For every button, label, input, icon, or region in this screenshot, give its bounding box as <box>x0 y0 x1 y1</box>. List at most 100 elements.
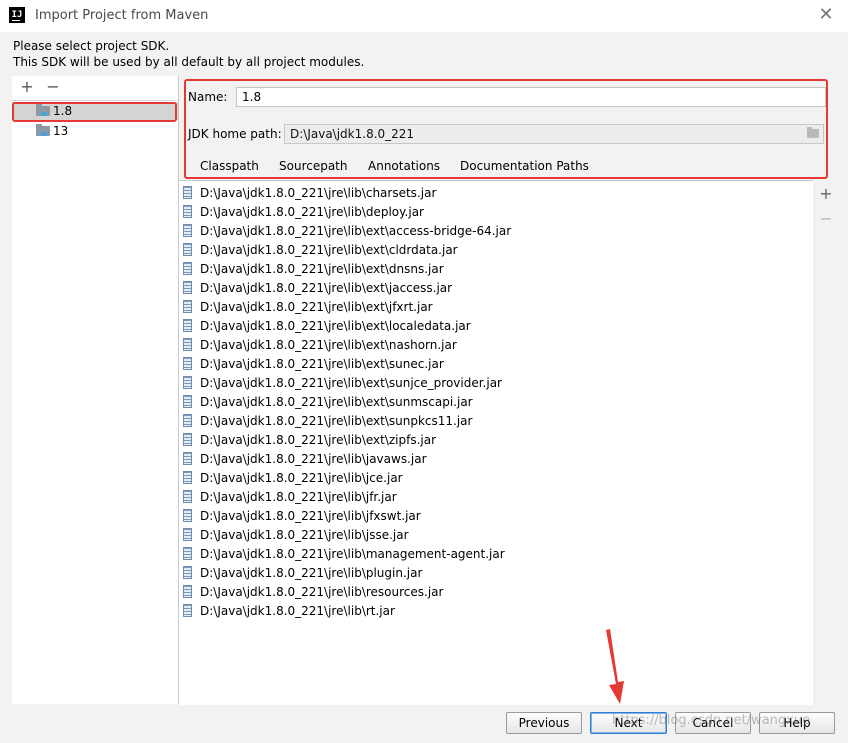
jar-icon <box>183 376 192 389</box>
toolbar-divider <box>12 100 178 101</box>
classpath-list-item[interactable]: D:\Java\jdk1.8.0_221\jre\lib\rt.jar <box>179 601 813 620</box>
classpath-item-label: D:\Java\jdk1.8.0_221\jre\lib\ext\localed… <box>200 318 471 333</box>
classpath-item-label: D:\Java\jdk1.8.0_221\jre\lib\jsse.jar <box>200 527 409 542</box>
jar-icon <box>183 433 192 446</box>
classpath-item-label: D:\Java\jdk1.8.0_221\jre\lib\jce.jar <box>200 470 403 485</box>
intellij-icon: IJ <box>9 7 25 23</box>
classpath-list-item[interactable]: D:\Java\jdk1.8.0_221\jre\lib\deploy.jar <box>179 202 813 221</box>
classpath-item-label: D:\Java\jdk1.8.0_221\jre\lib\rt.jar <box>200 603 395 618</box>
classpath-list-item[interactable]: D:\Java\jdk1.8.0_221\jre\lib\management-… <box>179 544 813 563</box>
prompt-line-2: This SDK will be used by all default by … <box>13 55 365 69</box>
classpath-list-item[interactable]: D:\Java\jdk1.8.0_221\jre\lib\jsse.jar <box>179 525 813 544</box>
jar-icon <box>183 509 192 522</box>
classpath-list-item[interactable]: D:\Java\jdk1.8.0_221\jre\lib\ext\dnsns.j… <box>179 259 813 278</box>
jar-icon <box>183 414 192 427</box>
tab-annotations[interactable]: Annotations <box>368 159 440 173</box>
jar-icon <box>183 604 192 617</box>
classpath-list[interactable]: D:\Java\jdk1.8.0_221\jre\lib\charsets.ja… <box>179 180 813 705</box>
jdk-home-path-field[interactable]: D:\Java\jdk1.8.0_221 <box>284 124 824 144</box>
jar-icon <box>183 566 192 579</box>
classpath-list-item[interactable]: D:\Java\jdk1.8.0_221\jre\lib\ext\sunec.j… <box>179 354 813 373</box>
classpath-item-label: D:\Java\jdk1.8.0_221\jre\lib\plugin.jar <box>200 565 423 580</box>
window-title: Import Project from Maven <box>35 8 209 23</box>
previous-button[interactable]: Previous <box>506 712 582 734</box>
classpath-item-label: D:\Java\jdk1.8.0_221\jre\lib\ext\sunmsca… <box>200 394 473 409</box>
jar-icon <box>183 547 192 560</box>
classpath-list-item[interactable]: D:\Java\jdk1.8.0_221\jre\lib\ext\nashorn… <box>179 335 813 354</box>
classpath-list-item[interactable]: D:\Java\jdk1.8.0_221\jre\lib\jfxswt.jar <box>179 506 813 525</box>
classpath-item-label: D:\Java\jdk1.8.0_221\jre\lib\ext\jaccess… <box>200 280 453 295</box>
jdk-folder-icon <box>36 104 50 116</box>
sdk-item-13[interactable]: 13 <box>12 122 178 140</box>
classpath-list-item[interactable]: D:\Java\jdk1.8.0_221\jre\lib\ext\localed… <box>179 316 813 335</box>
classpath-list-item[interactable]: D:\Java\jdk1.8.0_221\jre\lib\ext\zipfs.j… <box>179 430 813 449</box>
classpath-item-label: D:\Java\jdk1.8.0_221\jre\lib\resources.j… <box>200 584 444 599</box>
classpath-list-item[interactable]: D:\Java\jdk1.8.0_221\jre\lib\ext\jaccess… <box>179 278 813 297</box>
jar-icon <box>183 300 192 313</box>
classpath-item-label: D:\Java\jdk1.8.0_221\jre\lib\ext\cldrdat… <box>200 242 458 257</box>
jar-icon <box>183 490 192 503</box>
cancel-button[interactable]: Cancel <box>675 712 751 734</box>
jar-icon <box>183 528 192 541</box>
sdk-item-label: 1.8 <box>53 104 73 118</box>
jar-icon <box>183 281 192 294</box>
close-icon[interactable]: ✕ <box>814 4 838 28</box>
folder-browse-icon[interactable] <box>807 127 819 138</box>
classpath-list-item[interactable]: D:\Java\jdk1.8.0_221\jre\lib\ext\sunjce_… <box>179 373 813 392</box>
jar-icon <box>183 585 192 598</box>
jar-icon <box>183 224 192 237</box>
classpath-item-label: D:\Java\jdk1.8.0_221\jre\lib\ext\sunec.j… <box>200 356 444 371</box>
jar-icon <box>183 395 192 408</box>
classpath-list-item[interactable]: D:\Java\jdk1.8.0_221\jre\lib\ext\sunmsca… <box>179 392 813 411</box>
jar-icon <box>183 319 192 332</box>
add-sdk-button[interactable]: + <box>18 78 36 96</box>
classpath-item-label: D:\Java\jdk1.8.0_221\jre\lib\jfxswt.jar <box>200 508 421 523</box>
classpath-item-label: D:\Java\jdk1.8.0_221\jre\lib\ext\zipfs.j… <box>200 432 437 447</box>
jar-icon <box>183 338 192 351</box>
jdk-home-label: JDK home path: <box>188 127 282 141</box>
remove-classpath-button[interactable]: − <box>818 211 834 227</box>
sdk-item-label: 13 <box>53 124 69 138</box>
prompt-line-1: Please select project SDK. <box>13 39 170 53</box>
tab-sourcepath[interactable]: Sourcepath <box>279 159 348 173</box>
classpath-item-label: D:\Java\jdk1.8.0_221\jre\lib\ext\nashorn… <box>200 337 457 352</box>
classpath-item-label: D:\Java\jdk1.8.0_221\jre\lib\ext\sunjce_… <box>200 375 502 390</box>
classpath-list-item[interactable]: D:\Java\jdk1.8.0_221\jre\lib\ext\jfxrt.j… <box>179 297 813 316</box>
tab-documentation-paths[interactable]: Documentation Paths <box>460 159 589 173</box>
classpath-list-item[interactable]: D:\Java\jdk1.8.0_221\jre\lib\ext\access-… <box>179 221 813 240</box>
classpath-list-item[interactable]: D:\Java\jdk1.8.0_221\jre\lib\ext\sunpkcs… <box>179 411 813 430</box>
jar-icon <box>183 471 192 484</box>
classpath-list-item[interactable]: D:\Java\jdk1.8.0_221\jre\lib\plugin.jar <box>179 563 813 582</box>
help-button[interactable]: Help <box>759 712 835 734</box>
add-classpath-button[interactable]: + <box>818 186 834 202</box>
remove-sdk-button[interactable]: − <box>44 78 62 96</box>
classpath-list-item[interactable]: D:\Java\jdk1.8.0_221\jre\lib\jce.jar <box>179 468 813 487</box>
jar-icon <box>183 452 192 465</box>
classpath-list-item[interactable]: D:\Java\jdk1.8.0_221\jre\lib\resources.j… <box>179 582 813 601</box>
classpath-item-label: D:\Java\jdk1.8.0_221\jre\lib\ext\dnsns.j… <box>200 261 444 276</box>
sdk-name-field[interactable] <box>236 87 826 107</box>
tab-classpath[interactable]: Classpath <box>196 159 263 179</box>
jar-icon <box>183 357 192 370</box>
classpath-list-item[interactable]: D:\Java\jdk1.8.0_221\jre\lib\javaws.jar <box>179 449 813 468</box>
jar-icon <box>183 186 192 199</box>
classpath-item-label: D:\Java\jdk1.8.0_221\jre\lib\jfr.jar <box>200 489 397 504</box>
classpath-item-label: D:\Java\jdk1.8.0_221\jre\lib\charsets.ja… <box>200 185 437 200</box>
classpath-item-label: D:\Java\jdk1.8.0_221\jre\lib\ext\jfxrt.j… <box>200 299 433 314</box>
classpath-list-item[interactable]: D:\Java\jdk1.8.0_221\jre\lib\charsets.ja… <box>179 183 813 202</box>
sdk-item-1-8[interactable]: 1.8 <box>12 102 178 120</box>
classpath-list-item[interactable]: D:\Java\jdk1.8.0_221\jre\lib\jfr.jar <box>179 487 813 506</box>
jdk-folder-icon <box>36 124 50 136</box>
next-button[interactable]: Next <box>590 712 667 734</box>
jdk-home-path-value: D:\Java\jdk1.8.0_221 <box>290 127 415 141</box>
classpath-item-label: D:\Java\jdk1.8.0_221\jre\lib\ext\sunpkcs… <box>200 413 473 428</box>
classpath-item-label: D:\Java\jdk1.8.0_221\jre\lib\deploy.jar <box>200 204 424 219</box>
classpath-list-item[interactable]: D:\Java\jdk1.8.0_221\jre\lib\ext\cldrdat… <box>179 240 813 259</box>
classpath-item-label: D:\Java\jdk1.8.0_221\jre\lib\ext\access-… <box>200 223 512 238</box>
jar-icon <box>183 205 192 218</box>
name-label: Name: <box>188 90 228 104</box>
sdk-list-panel: + − 1.8 13 <box>12 76 179 704</box>
jar-icon <box>183 262 192 275</box>
classpath-item-label: D:\Java\jdk1.8.0_221\jre\lib\management-… <box>200 546 505 561</box>
title-bar: IJ Import Project from Maven ✕ <box>0 0 848 32</box>
